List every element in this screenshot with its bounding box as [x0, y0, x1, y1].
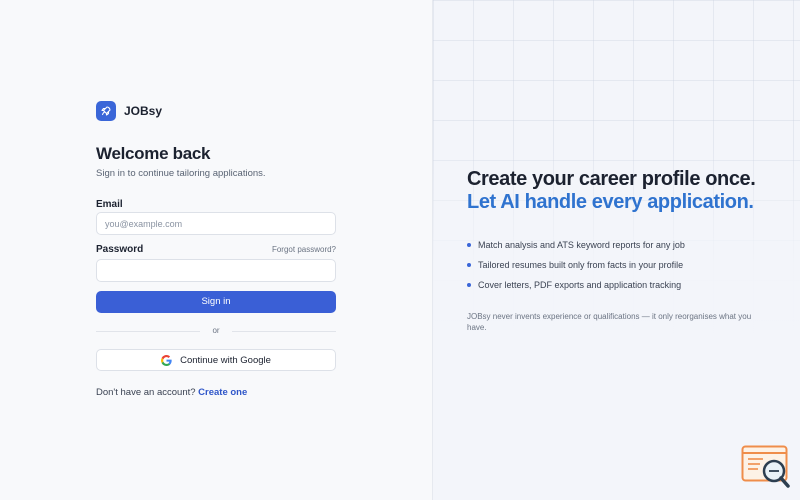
google-sign-in-button[interactable]: Continue with Google — [96, 349, 336, 371]
page-subtitle: Sign in to continue tailoring applicatio… — [96, 168, 266, 179]
headline-line-2: Let AI handle every application. — [467, 191, 754, 213]
or-divider: or — [96, 325, 336, 337]
password-label: Password — [96, 244, 144, 255]
screen-search-icon — [741, 445, 791, 490]
brand: JOBsy — [96, 101, 162, 121]
no-account-text: Don't have an account? — [96, 387, 196, 398]
divider-line-right — [232, 331, 336, 332]
bullet-icon — [467, 283, 471, 287]
brand-name: JOBsy — [124, 104, 163, 118]
email-label: Email — [96, 199, 123, 210]
feature-item: Tailored resumes built only from facts i… — [467, 255, 685, 275]
feature-list: Match analysis and ATS keyword reports f… — [467, 235, 685, 295]
signup-prompt: Don't have an account? Create one — [96, 387, 247, 398]
feature-text: Cover letters, PDF exports and applicati… — [478, 280, 682, 290]
password-field[interactable] — [96, 259, 336, 282]
feature-text: Tailored resumes built only from facts i… — [478, 260, 684, 270]
google-icon — [161, 354, 172, 366]
page-title: Welcome back — [96, 144, 211, 163]
google-button-label: Continue with Google — [180, 354, 271, 366]
email-field[interactable] — [96, 212, 336, 235]
feature-item: Match analysis and ATS keyword reports f… — [467, 235, 685, 255]
bullet-icon — [467, 243, 471, 247]
feature-item: Cover letters, PDF exports and applicati… — [467, 275, 685, 295]
headline-line-1: Create your career profile once. — [467, 168, 756, 190]
sign-in-button[interactable]: Sign in — [96, 291, 336, 313]
disclaimer: JOBsy never invents experience or qualif… — [467, 312, 752, 332]
forgot-password-link[interactable]: Forgot password? — [272, 245, 336, 254]
create-account-link[interactable]: Create one — [198, 387, 247, 398]
promo-headline: Create your career profile once. Let AI … — [467, 168, 756, 214]
bullet-icon — [467, 263, 471, 267]
login-panel — [0, 0, 432, 500]
feature-text: Match analysis and ATS keyword reports f… — [478, 240, 685, 250]
rocket-icon — [96, 101, 116, 121]
